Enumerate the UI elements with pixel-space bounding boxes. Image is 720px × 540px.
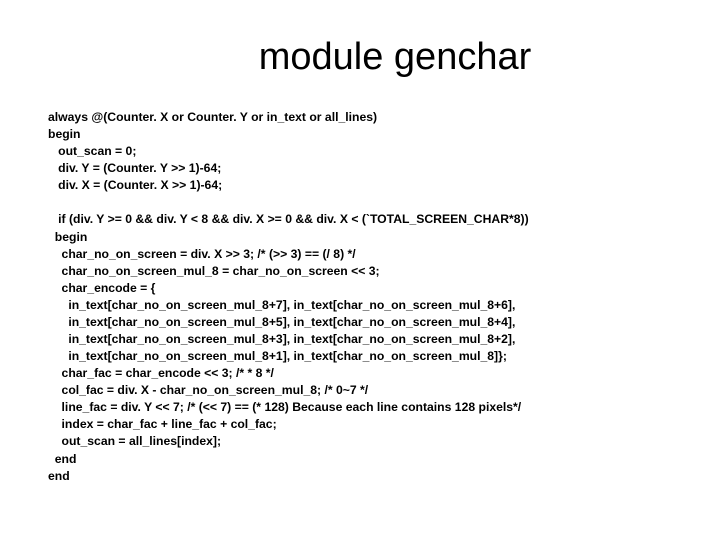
slide: module genchar always @(Counter. X or Co…	[0, 0, 720, 540]
slide-title: module genchar	[70, 36, 720, 79]
code-block: always @(Counter. X or Counter. Y or in_…	[0, 109, 720, 485]
